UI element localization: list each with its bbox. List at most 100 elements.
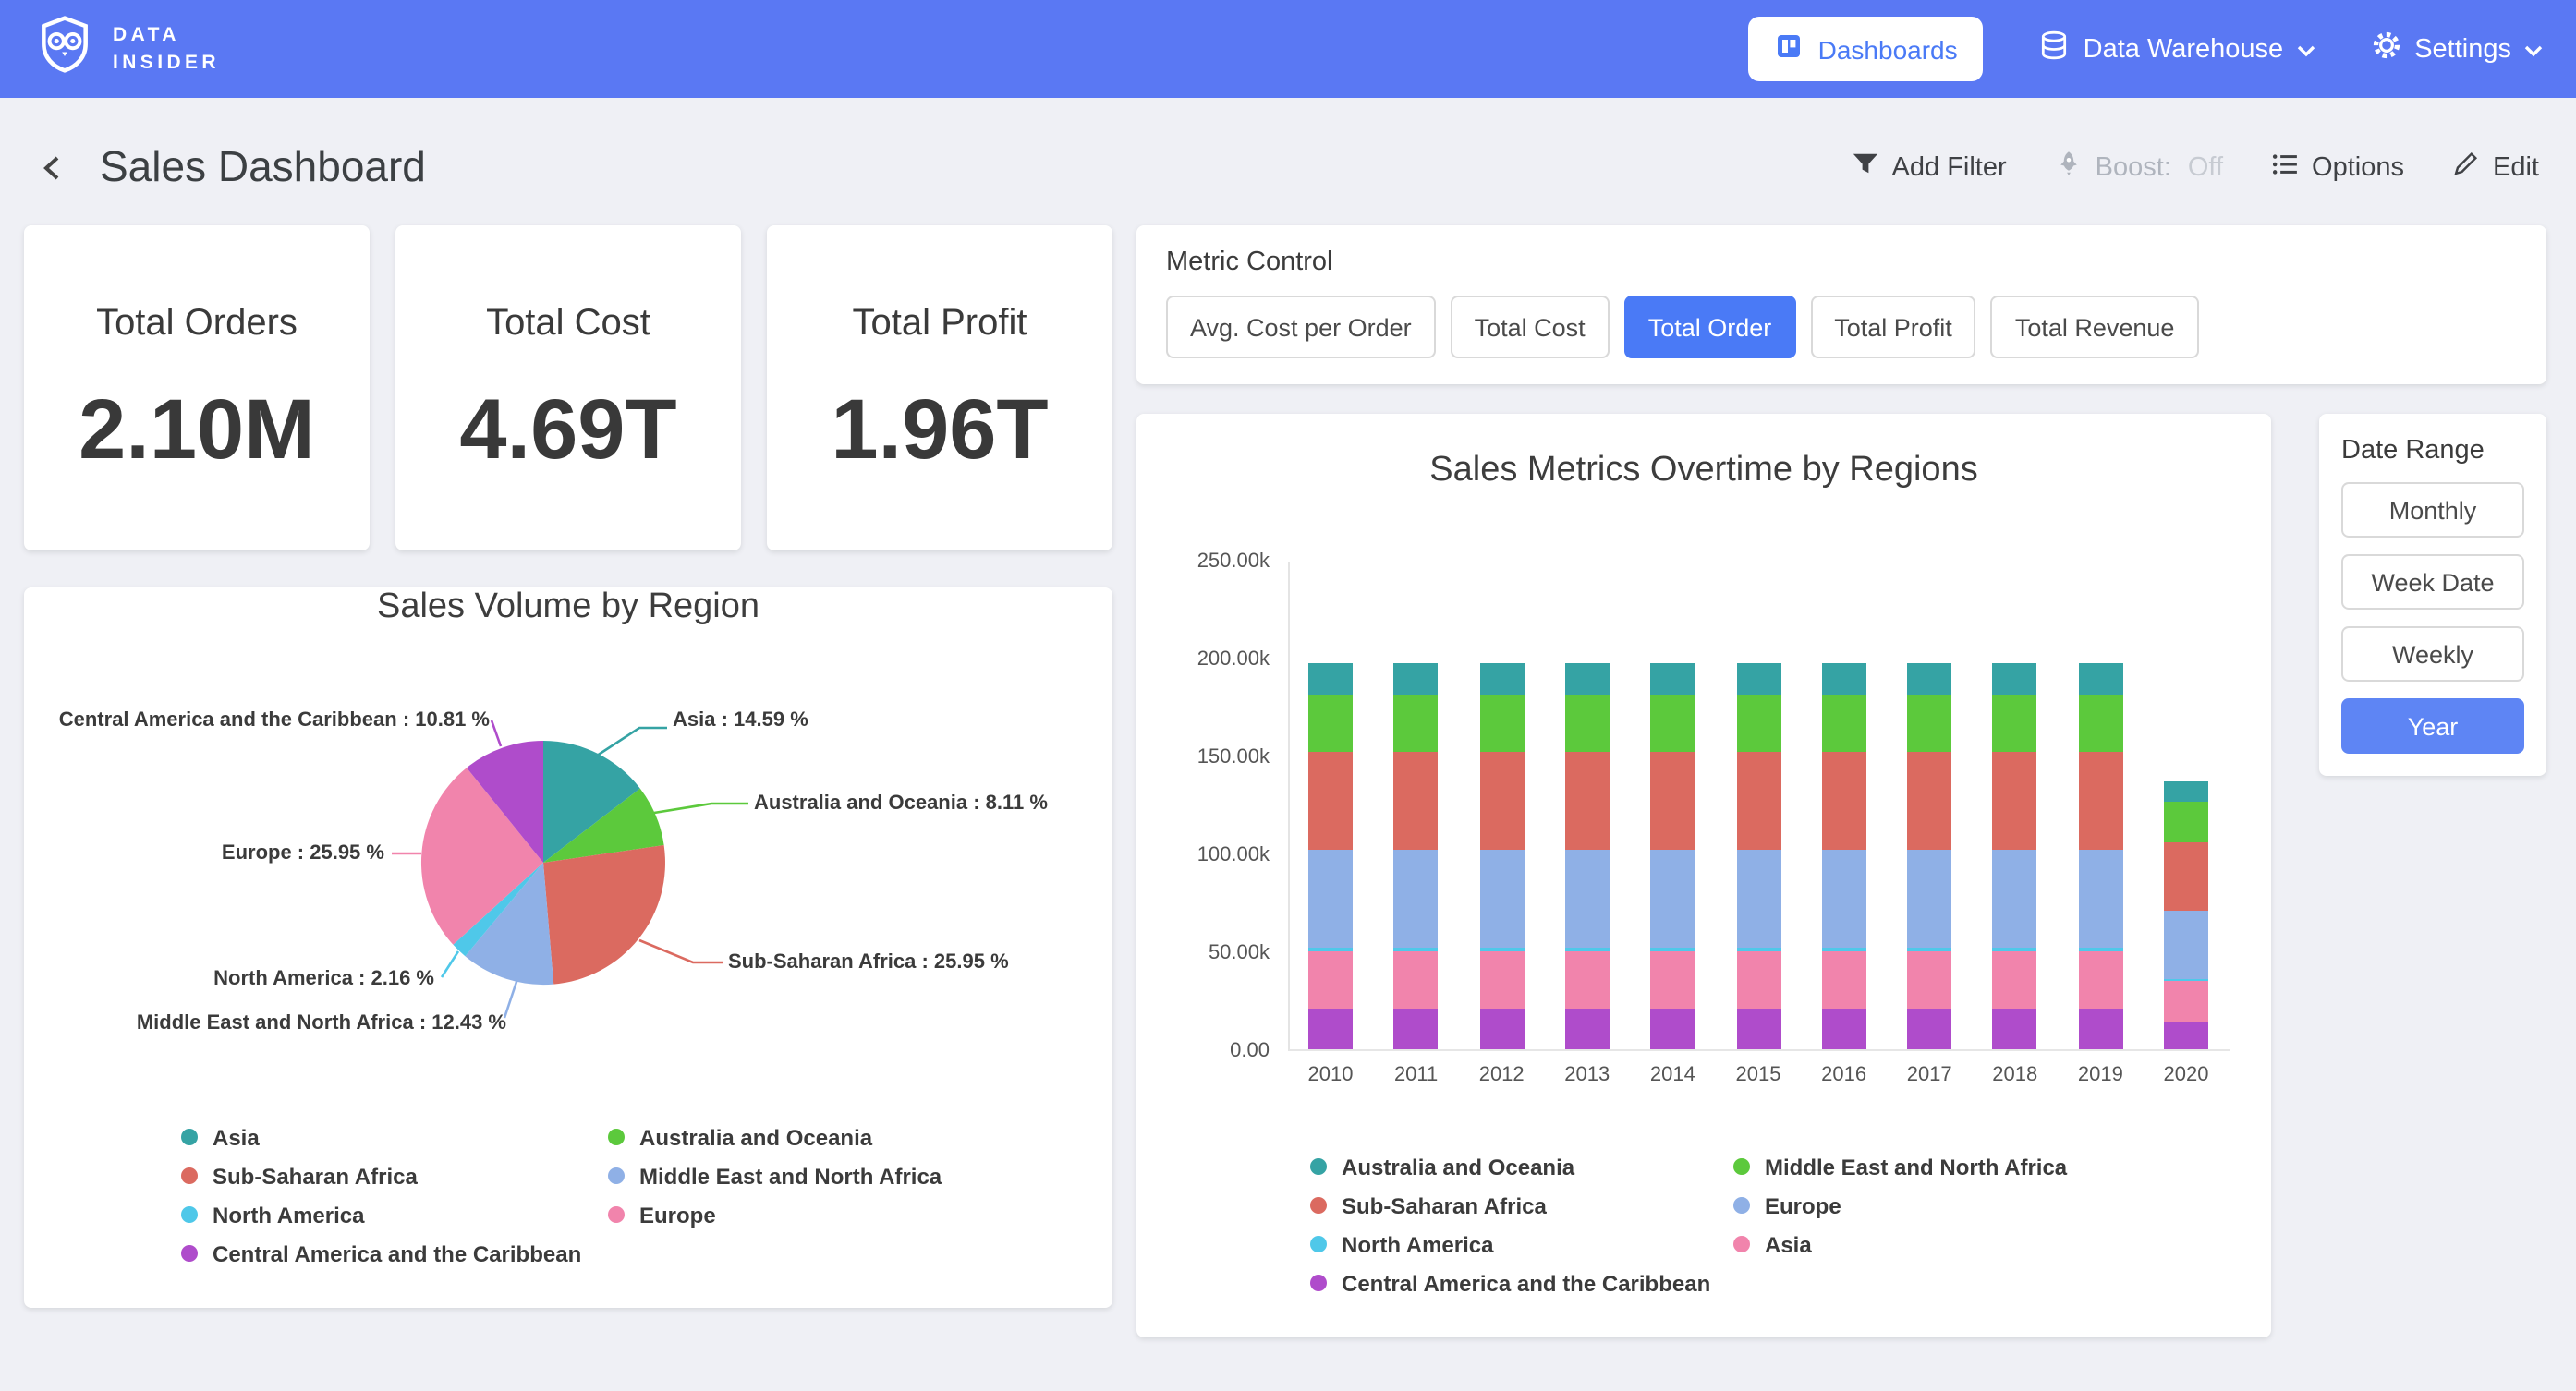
bar-segment xyxy=(1308,850,1353,948)
bar-segment xyxy=(1650,752,1695,850)
bar-2014[interactable] xyxy=(1650,663,1695,1049)
legend-dot xyxy=(181,1129,198,1145)
boost-toggle[interactable]: Boost: Off xyxy=(2055,150,2223,185)
legend-item[interactable]: Europe xyxy=(1733,1188,2067,1223)
bar-segment xyxy=(1822,1008,1866,1049)
dashboards-icon xyxy=(1774,31,1804,67)
legend-label: Europe xyxy=(1765,1192,1841,1218)
legend-item[interactable]: Australia and Oceania xyxy=(1310,1149,1733,1184)
pie-callout-line xyxy=(442,951,458,977)
legend-dot xyxy=(608,1129,625,1145)
x-axis-label: 2016 xyxy=(1821,1064,1866,1086)
legend-label: Middle East and North Africa xyxy=(639,1163,942,1189)
bar-2015[interactable] xyxy=(1736,663,1780,1049)
bar-segment xyxy=(1565,951,1610,1008)
y-axis-label: 50.00k xyxy=(1136,942,1270,964)
legend-dot xyxy=(1310,1158,1327,1175)
metric-option-total-profit[interactable]: Total Profit xyxy=(1810,296,1976,358)
legend-item[interactable]: Central America and the Caribbean xyxy=(181,1236,608,1271)
kpi-card-total-orders[interactable]: Total Orders 2.10M xyxy=(24,225,370,550)
bar-2018[interactable] xyxy=(1993,663,2037,1049)
legend-item[interactable]: Australia and Oceania xyxy=(608,1119,942,1155)
pie-slice-label: Middle East and North Africa : 12.43 % xyxy=(137,1012,506,1034)
bar-2011[interactable] xyxy=(1394,663,1439,1049)
legend-dot xyxy=(1310,1197,1327,1214)
bar-segment xyxy=(2164,803,2208,841)
bar-plot: 2010201120122013201420152016201720182019… xyxy=(1288,562,2230,1051)
rocket-icon xyxy=(2055,150,2083,185)
bar-segment xyxy=(1394,695,1439,751)
bar-segment xyxy=(2164,982,2208,1021)
bar-segment xyxy=(1308,1008,1353,1049)
legend-item[interactable]: North America xyxy=(1310,1227,1733,1262)
header-actions: Add Filter Boost: Off xyxy=(1852,150,2539,185)
date-option-monthly[interactable]: Monthly xyxy=(2341,482,2524,538)
bar-segment xyxy=(1565,1008,1610,1049)
kpi-label: Total Orders xyxy=(24,303,370,345)
legend-label: North America xyxy=(213,1202,365,1228)
bar-2016[interactable] xyxy=(1822,663,1866,1049)
bar-segment xyxy=(1308,663,1353,695)
pie-callout-line xyxy=(492,720,501,746)
bar-2013[interactable] xyxy=(1565,663,1610,1049)
legend-column: Australia and Oceania Middle East and Nor… xyxy=(608,1119,942,1271)
kpi-card-total-cost[interactable]: Total Cost 4.69T xyxy=(395,225,741,550)
legend-column: Middle East and North Africa Europe Asia xyxy=(1733,1149,2067,1300)
brand[interactable]: DATA INSIDER xyxy=(33,13,220,85)
page-header: Sales Dashboard Add Filter Boost: Off xyxy=(0,98,2576,211)
bar-segment xyxy=(1565,663,1610,695)
bar-segment xyxy=(2164,1021,2208,1049)
legend-item[interactable]: Asia xyxy=(1733,1227,2067,1262)
pie-slice[interactable] xyxy=(543,845,665,985)
filter-icon xyxy=(1852,151,1879,184)
legend-item[interactable]: Middle East and North Africa xyxy=(608,1158,942,1193)
nav-dashboards-button[interactable]: Dashboards xyxy=(1748,17,1984,81)
add-filter-button[interactable]: Add Filter xyxy=(1852,151,2007,184)
metric-option-total-order[interactable]: Total Order xyxy=(1624,296,1796,358)
bar-2020[interactable] xyxy=(2164,781,2208,1049)
bar-segment xyxy=(1736,695,1780,751)
x-axis-label: 2011 xyxy=(1394,1064,1438,1086)
legend-item[interactable]: Asia xyxy=(181,1119,608,1155)
bar-2012[interactable] xyxy=(1479,663,1524,1049)
date-option-week-date[interactable]: Week Date xyxy=(2341,554,2524,610)
legend-dot xyxy=(1733,1236,1750,1252)
bar-2019[interactable] xyxy=(2078,663,2122,1049)
date-option-year[interactable]: Year xyxy=(2341,698,2524,754)
legend-item[interactable]: Middle East and North Africa xyxy=(1733,1149,2067,1184)
back-button[interactable] xyxy=(37,151,70,184)
nav-settings[interactable]: Settings xyxy=(2370,30,2543,68)
bar-2017[interactable] xyxy=(1907,663,1951,1049)
legend-item[interactable]: North America xyxy=(181,1197,608,1232)
kpi-card-total-profit[interactable]: Total Profit 1.96T xyxy=(767,225,1112,550)
date-option-weekly[interactable]: Weekly xyxy=(2341,626,2524,682)
bar-segment xyxy=(1394,663,1439,695)
pie-slice-label: North America : 2.16 % xyxy=(213,968,434,990)
nav-data-warehouse[interactable]: Data Warehouse xyxy=(2039,30,2315,68)
bar-segment xyxy=(1822,695,1866,751)
legend-label: North America xyxy=(1342,1231,1494,1257)
legend-item[interactable]: Sub-Saharan Africa xyxy=(1310,1188,1733,1223)
pie-legend: AsiaSub-Saharan Africa North America Centr… xyxy=(181,1119,1112,1297)
legend-label: Europe xyxy=(639,1202,716,1228)
edit-button[interactable]: Edit xyxy=(2452,150,2539,185)
bar-segment xyxy=(1650,951,1695,1008)
legend-item[interactable]: Central America and the Caribbean xyxy=(1310,1265,1733,1300)
legend-dot xyxy=(608,1167,625,1184)
metric-option-total-cost[interactable]: Total Cost xyxy=(1451,296,1610,358)
metric-option-avg-cost-per-order[interactable]: Avg. Cost per Order xyxy=(1166,296,1436,358)
bar-segment xyxy=(2078,663,2122,695)
legend-item[interactable]: Europe xyxy=(608,1197,942,1232)
legend-column: AsiaSub-Saharan Africa North America Centr… xyxy=(181,1119,608,1271)
bar-2010[interactable] xyxy=(1308,663,1353,1049)
metric-option-total-revenue[interactable]: Total Revenue xyxy=(1991,296,2199,358)
kpi-value: 4.69T xyxy=(395,379,741,478)
bar-segment xyxy=(1394,1008,1439,1049)
legend-item[interactable]: Sub-Saharan Africa xyxy=(181,1158,608,1193)
pie-slice-label: Central America and the Caribbean : 10.8… xyxy=(59,709,490,732)
bar-legend: Australia and Oceania Sub-Saharan Africa N… xyxy=(1310,1149,2271,1300)
metric-control-title: Metric Control xyxy=(1166,248,2517,277)
legend-label: Central America and the Caribbean xyxy=(1342,1270,1710,1296)
options-button[interactable]: Options xyxy=(2271,151,2404,184)
bar-segment xyxy=(1308,752,1353,850)
